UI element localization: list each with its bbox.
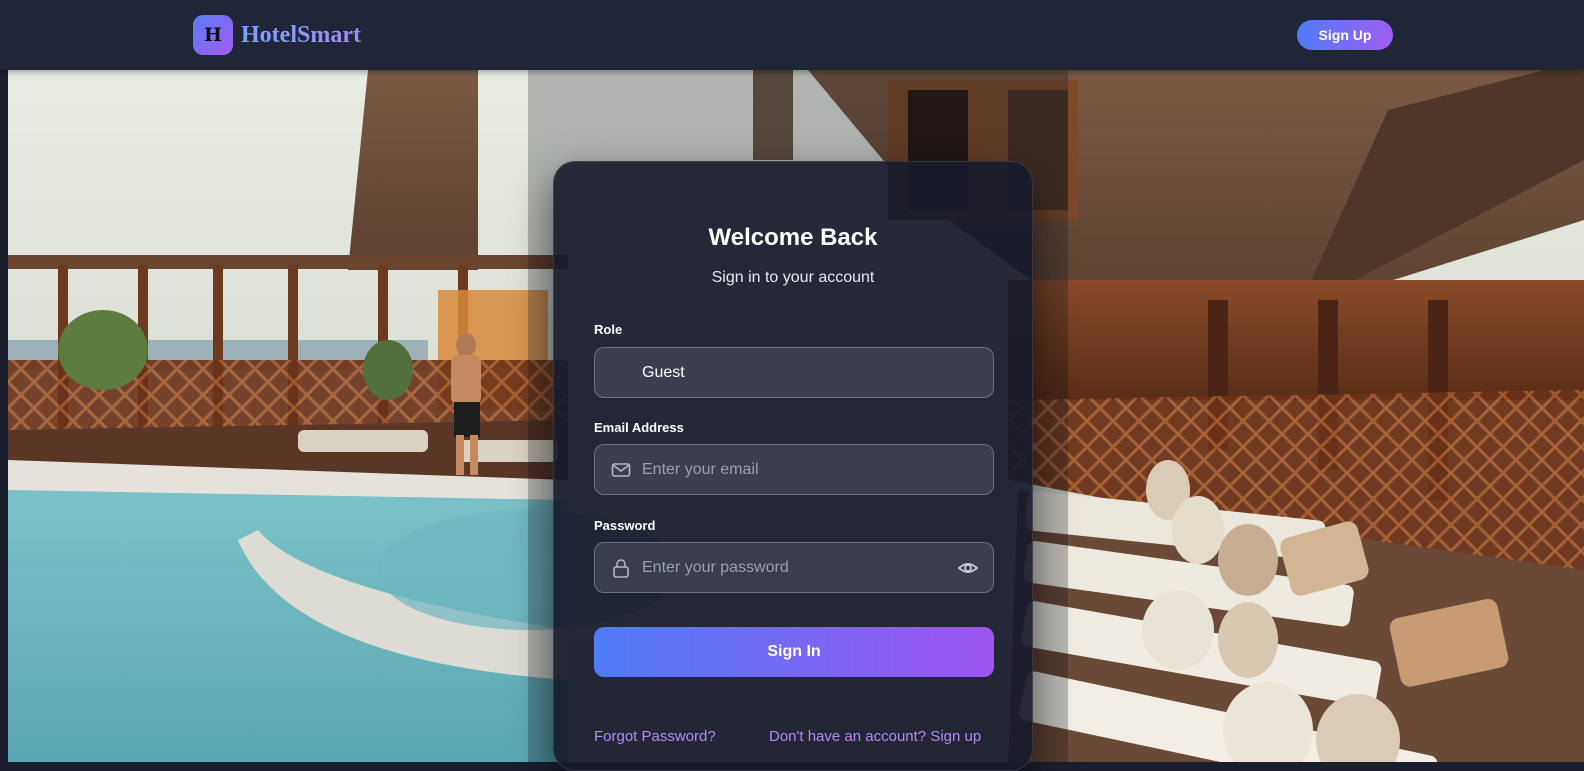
lock-icon [613, 559, 629, 578]
forgot-password-link[interactable]: Forgot Password? [594, 728, 716, 745]
top-navbar: H HotelSmart Sign Up [0, 0, 1584, 70]
brand-logo[interactable]: H HotelSmart [193, 15, 361, 55]
email-label: Email Address [594, 420, 684, 435]
password-field-container [594, 542, 994, 593]
email-field[interactable] [642, 445, 942, 494]
logo-mark-icon: H [193, 15, 233, 55]
sign-in-button[interactable]: Sign In [594, 627, 994, 677]
header-signup-button[interactable]: Sign Up [1297, 20, 1393, 50]
signup-prompt-link[interactable]: Don't have an account? Sign up [769, 728, 981, 745]
eye-icon[interactable] [957, 557, 979, 579]
mail-icon [611, 463, 631, 477]
role-select[interactable]: Guest [594, 347, 994, 398]
login-title: Welcome Back [708, 224, 878, 251]
email-field-container [594, 444, 994, 495]
brand-name: HotelSmart [241, 21, 361, 48]
role-selected-value: Guest [642, 364, 685, 381]
password-label: Password [594, 518, 656, 533]
role-label: Role [594, 322, 623, 337]
login-subtitle: Sign in to your account [711, 269, 875, 286]
password-field[interactable] [642, 543, 942, 592]
login-card: Welcome Back Sign in to your account Rol… [553, 161, 1033, 771]
